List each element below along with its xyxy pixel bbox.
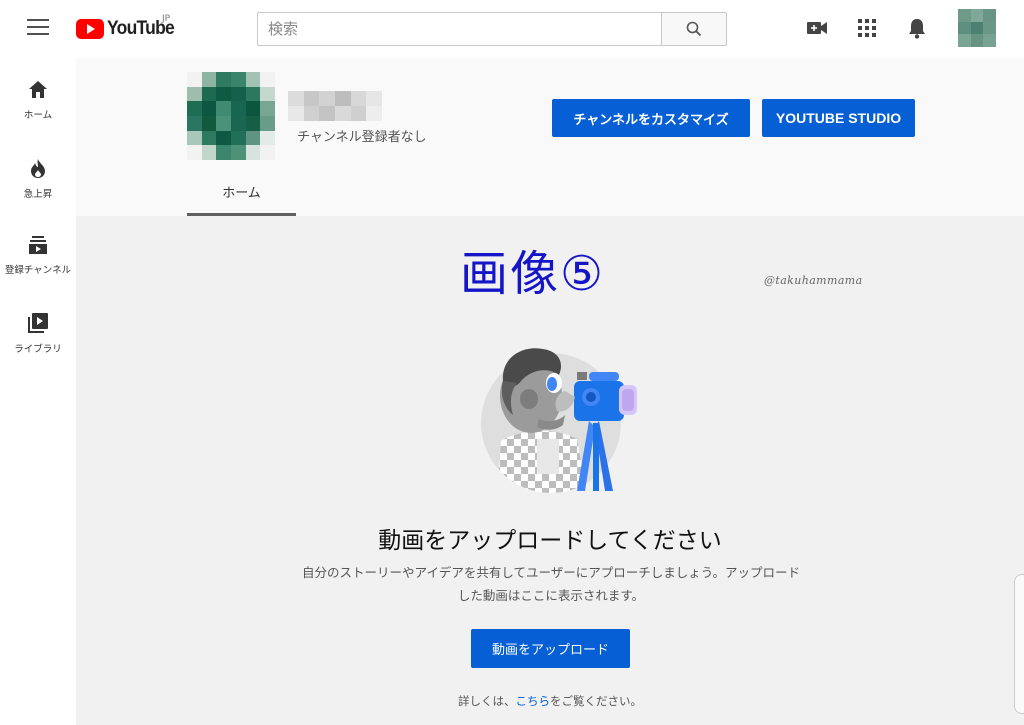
- search-bar: [257, 12, 727, 46]
- tab-home[interactable]: ホーム: [187, 170, 296, 216]
- learn-more-suffix: をご覧ください。: [550, 694, 642, 708]
- tab-home-label: ホーム: [222, 186, 261, 201]
- channel-avatar: [187, 72, 275, 160]
- sidebar-item-home[interactable]: ホーム: [0, 80, 76, 150]
- side-panel-edge: [1014, 574, 1024, 714]
- search-input[interactable]: [257, 12, 661, 46]
- camera-operator-illustration: [481, 348, 637, 493]
- region-code: JP: [162, 14, 171, 24]
- top-bar: YouTube JP: [0, 0, 1024, 58]
- library-icon: [28, 313, 48, 333]
- learn-more-link[interactable]: こちら: [516, 694, 551, 708]
- upload-description: 自分のストーリーやアイデアを共有してユーザーにアプローチしましょう。アップロード…: [301, 565, 800, 603]
- search-button[interactable]: [661, 12, 727, 46]
- bell-icon[interactable]: [906, 17, 928, 39]
- youtube-studio-button[interactable]: YOUTUBE STUDIO: [762, 99, 915, 137]
- sidebar-item-label: 登録チャンネル: [4, 265, 72, 276]
- youtube-play-icon: [76, 19, 104, 39]
- sidebar: ホーム 急上昇 登録チャンネル ライブラリ: [0, 58, 76, 725]
- search-icon: [686, 21, 702, 37]
- subscriptions-icon: [29, 236, 47, 254]
- channel-name-redacted: [288, 91, 382, 121]
- watermark: @takuhammama: [764, 274, 863, 287]
- sidebar-item-subscriptions[interactable]: 登録チャンネル: [0, 235, 76, 305]
- sidebar-item-trending[interactable]: 急上昇: [0, 158, 76, 228]
- sidebar-item-label: ホーム: [23, 110, 53, 121]
- sidebar-item-label: 急上昇: [23, 189, 53, 200]
- learn-more-prefix: 詳しくは、: [458, 694, 516, 708]
- youtube-app: YouTube JP 検索 ホーム 急上昇 登録チャンネル ライブラリ チャンネ…: [0, 0, 1024, 725]
- subscriber-count: チャンネル登録者なし: [297, 130, 427, 145]
- video-camera-plus-icon[interactable]: [806, 17, 828, 39]
- flame-icon: [31, 159, 45, 178]
- account-avatar[interactable]: [958, 9, 996, 47]
- sidebar-item-label: ライブラリ: [14, 344, 62, 355]
- upload-heading: 動画をアップロードしてください: [378, 528, 722, 554]
- customize-channel-button[interactable]: チャンネルをカスタマイズ: [552, 99, 750, 137]
- hamburger-menu-icon[interactable]: [27, 19, 49, 37]
- channel-header: チャンネル登録者なし チャンネルをカスタマイズ YOUTUBE STUDIO ホ…: [76, 58, 1024, 216]
- channel-content: 画像⑤ @takuhammama 動画をアップロードしてください 自分のストーリ…: [76, 216, 1024, 725]
- upload-video-button[interactable]: 動画をアップロード: [471, 629, 630, 668]
- overlay-title: 画像⑤: [460, 246, 606, 302]
- apps-grid-icon[interactable]: [856, 17, 878, 39]
- sidebar-item-library[interactable]: ライブラリ: [0, 312, 76, 382]
- home-icon: [29, 81, 47, 98]
- learn-more-text: 詳しくは、こちらをご覧ください。: [76, 693, 1024, 709]
